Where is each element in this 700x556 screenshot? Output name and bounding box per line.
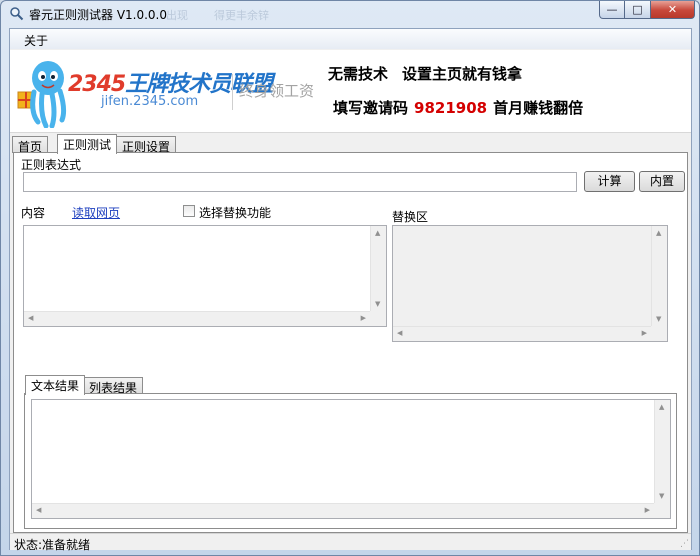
scroll-left-icon[interactable]: ◀ (397, 329, 402, 337)
client-area: 关于 2345王牌技术员联盟 jifen.2345.com 终身领工资 无需技术… (9, 28, 692, 552)
menu-about[interactable]: 关于 (24, 32, 48, 49)
scroll-up-icon[interactable]: ▲ (375, 229, 380, 237)
content-horizontal-scrollbar[interactable]: ◀ ▶ (24, 311, 370, 326)
replace-horizontal-scrollbar[interactable]: ◀ ▶ (393, 326, 651, 341)
scroll-left-icon[interactable]: ◀ (28, 314, 33, 322)
close-button[interactable]: ✕ (651, 1, 695, 19)
replace-checkbox[interactable] (183, 205, 195, 217)
logo-divider (232, 74, 233, 110)
logo-url: jifen.2345.com (101, 94, 199, 109)
tab-home[interactable]: 首页 (12, 136, 49, 154)
content-vertical-scrollbar[interactable]: ▲ ▼ (370, 226, 386, 311)
resize-grip-icon[interactable]: ⋰ (680, 539, 689, 549)
tab-regex-settings[interactable]: 正则设置 (116, 136, 177, 154)
read-webpage-link[interactable]: 读取网页 (72, 204, 120, 221)
replace-checkbox-label[interactable]: 选择替换功能 (199, 204, 271, 221)
scroll-right-icon[interactable]: ▶ (361, 314, 366, 322)
scrollbar-corner (651, 326, 667, 341)
status-text: 状态:准备就绪 (14, 538, 91, 552)
window-title: 睿元正则测试器 V1.0.0.0 (29, 8, 168, 22)
scroll-up-icon[interactable]: ▲ (659, 403, 664, 411)
menu-bar: 关于 (10, 29, 691, 49)
content-label: 内容 (21, 206, 46, 220)
replace-area-label: 替换区 (392, 210, 429, 224)
tab-list-result[interactable]: 列表结果 (83, 377, 144, 395)
scroll-down-icon[interactable]: ▼ (656, 315, 661, 323)
magnifier-app-icon (10, 7, 24, 21)
ad-banner[interactable]: 2345王牌技术员联盟 jifen.2345.com 终身领工资 无需技术 设置主… (10, 50, 691, 133)
builtin-button[interactable]: 内置 (639, 171, 685, 192)
maximize-button[interactable]: □ (625, 1, 651, 19)
scrollbar-corner (370, 311, 386, 326)
result-vertical-scrollbar[interactable]: ▲ ▼ (654, 400, 670, 503)
scroll-up-icon[interactable]: ▲ (656, 229, 661, 237)
octopus-mascot-icon (17, 61, 67, 128)
regex-test-panel: 正则表达式 计算 内置 内容 读取网页 选择替换功能 替换区 ▲ ▼ ◀ ▶ ▲… (13, 152, 688, 533)
result-textarea[interactable]: ▲ ▼ ◀ ▶ (31, 399, 671, 519)
result-horizontal-scrollbar[interactable]: ◀ ▶ (32, 503, 654, 518)
replace-vertical-scrollbar[interactable]: ▲ ▼ (651, 226, 667, 326)
ad-line-2: 填写邀请码 9821908 首月赚钱翻倍 (333, 99, 584, 117)
ad-line-1: 无需技术 设置主页就有钱拿 (328, 65, 523, 83)
logo-slogan: 终身领工资 (239, 82, 315, 100)
scroll-right-icon[interactable]: ▶ (645, 506, 650, 514)
tab-text-result[interactable]: 文本结果 (25, 375, 86, 395)
tab-regex-test[interactable]: 正则测试 (57, 134, 118, 154)
minimize-button[interactable]: — (599, 1, 625, 19)
title-bar[interactable]: 睿元正则测试器 V1.0.0.0 出现 得更丰余锌 — □ ✕ (1, 1, 699, 27)
content-textarea[interactable]: ▲ ▼ ◀ ▶ (23, 225, 387, 327)
app-window: 睿元正则测试器 V1.0.0.0 出现 得更丰余锌 — □ ✕ 关于 2345王… (0, 0, 700, 556)
background-ghost-text: 得更丰余锌 (214, 9, 269, 22)
calc-button[interactable]: 计算 (584, 171, 635, 192)
scrollbar-corner (654, 503, 670, 518)
status-bar: 状态:准备就绪 ⋰ (10, 533, 691, 552)
maximize-icon: □ (632, 3, 643, 16)
scroll-down-icon[interactable]: ▼ (375, 300, 380, 308)
scroll-left-icon[interactable]: ◀ (36, 506, 41, 514)
close-icon: ✕ (667, 3, 678, 16)
replace-textarea[interactable]: ▲ ▼ ◀ ▶ (392, 225, 668, 342)
minimize-icon: — (606, 3, 618, 16)
scroll-down-icon[interactable]: ▼ (659, 492, 664, 500)
scroll-right-icon[interactable]: ▶ (642, 329, 647, 337)
result-panel: ▲ ▼ ◀ ▶ (24, 393, 677, 529)
regex-label: 正则表达式 (21, 158, 82, 172)
caption-buttons: — □ ✕ (599, 1, 695, 20)
regex-input[interactable] (23, 172, 577, 192)
background-ghost-text: 出现 (166, 9, 188, 22)
invite-code: 9821908 (414, 99, 488, 117)
